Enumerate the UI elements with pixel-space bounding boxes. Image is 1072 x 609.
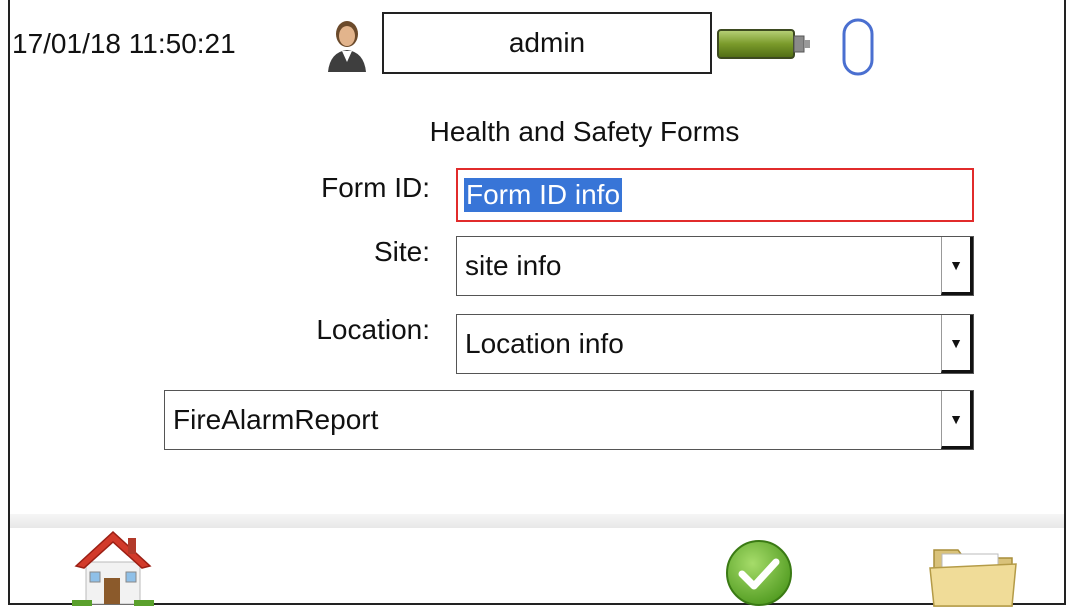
user-avatar-icon[interactable] [324, 18, 370, 72]
datetime-display: 17/01/18 11:50:21 [12, 28, 236, 59]
current-user-name: admin [508, 27, 586, 58]
location-dropdown[interactable]: Location info ▼ [456, 314, 974, 374]
location-label: Location: [316, 314, 430, 345]
folder-icon[interactable] [928, 536, 1018, 608]
mouse-icon [842, 18, 874, 76]
form-id-value: Form ID info [464, 178, 623, 212]
report-type-dropdown[interactable]: FireAlarmReport ▼ [164, 390, 974, 450]
form-id-label: Form ID: [321, 172, 430, 203]
page-title: Health and Safety Forms [429, 116, 740, 147]
site-selected-value: site info [465, 250, 562, 281]
home-icon[interactable] [72, 526, 154, 606]
site-dropdown-arrow-icon[interactable]: ▼ [941, 237, 973, 295]
battery-icon [717, 29, 810, 59]
site-dropdown[interactable]: site info ▼ [456, 236, 974, 296]
report-type-dropdown-arrow-icon[interactable]: ▼ [941, 391, 973, 449]
report-type-selected-value: FireAlarmReport [173, 404, 379, 435]
footer-divider [10, 514, 1064, 528]
current-user-field[interactable]: admin [382, 12, 712, 74]
location-dropdown-arrow-icon[interactable]: ▼ [941, 315, 973, 373]
form-id-field[interactable]: Form ID info [456, 168, 974, 222]
check-icon[interactable] [722, 538, 796, 608]
site-label: Site: [373, 236, 430, 267]
location-selected-value: Location info [465, 328, 624, 359]
